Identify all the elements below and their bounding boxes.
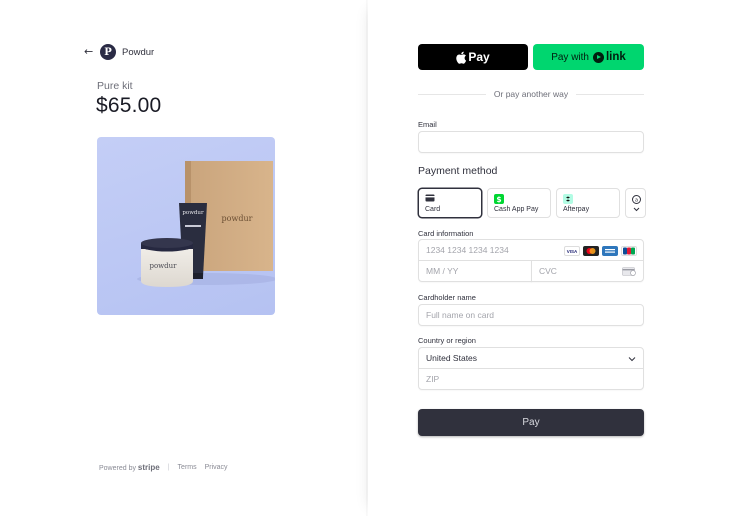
tab-afterpay[interactable]: Afterpay	[556, 188, 620, 218]
svg-text:a: a	[635, 198, 638, 204]
link-arrow-icon	[592, 51, 604, 63]
order-summary-panel: ← P Powdur Pure kit $65.00 powdur powdur…	[0, 0, 368, 516]
tab-afterpay-label: Afterpay	[563, 206, 590, 213]
link-brand: link	[605, 51, 626, 63]
footer: Powered by stripe | Terms Privacy	[99, 463, 228, 472]
card-number-placeholder: 1234 1234 1234 1234	[426, 245, 509, 255]
link-pay-prefix: Pay with	[551, 51, 589, 63]
cardholder-placeholder: Full name on card	[426, 310, 495, 320]
afterpay-icon	[563, 194, 573, 204]
or-divider-text: Or pay another way	[493, 89, 569, 99]
wallet-buttons: Pay Pay with link	[418, 44, 644, 70]
payment-method-title: Payment method	[418, 165, 498, 177]
privacy-link[interactable]: Privacy	[205, 464, 228, 471]
card-expiry-input[interactable]: MM / YY	[418, 260, 532, 282]
back-link[interactable]: ← P Powdur	[84, 44, 154, 60]
email-label: Email	[418, 120, 437, 129]
payment-method-tabs: Card $ Cash App Pay Afterpay a	[418, 188, 646, 218]
cardholder-name-input[interactable]: Full name on card	[418, 304, 644, 326]
card-cvc-placeholder: CVC	[539, 266, 557, 276]
country-label: Country or region	[418, 336, 476, 345]
country-selected-value: United States	[426, 353, 478, 363]
arrow-left-icon: ←	[84, 45, 94, 58]
link-logo: link	[592, 51, 626, 63]
box-label: powdur	[222, 214, 253, 223]
tab-card-label: Card	[425, 206, 441, 213]
divider-line-right	[576, 93, 644, 95]
merchant-name: Powdur	[122, 46, 155, 58]
zip-placeholder: ZIP	[426, 374, 440, 384]
merchant-logo: P	[100, 44, 116, 60]
country-select[interactable]: United States	[418, 347, 644, 369]
product-image: powdur powdur powdur	[97, 137, 275, 315]
svg-text:$: $	[496, 195, 501, 204]
email-input[interactable]	[418, 131, 644, 153]
amex-icon	[602, 246, 618, 256]
jar-label: powdur	[149, 262, 177, 270]
mastercard-icon	[583, 246, 599, 256]
more-methods-icon: a	[632, 195, 641, 212]
tube-label: powdur	[182, 210, 204, 216]
product-name: Pure kit	[97, 80, 133, 92]
tab-card[interactable]: Card	[418, 188, 482, 218]
cash-app-icon: $	[494, 194, 504, 204]
more-methods-dropdown[interactable]: a	[625, 188, 646, 218]
card-number-input[interactable]: 1234 1234 1234 1234 VISA	[418, 239, 644, 261]
footer-separator: |	[167, 464, 170, 471]
apple-pay-button[interactable]: Pay	[418, 44, 528, 70]
apple-pay-label: Pay	[468, 50, 490, 64]
powered-by-text: Powered by stripe	[99, 463, 160, 472]
card-cvc-input[interactable]: CVC	[531, 260, 644, 282]
tab-cash-app-label: Cash App Pay	[494, 206, 539, 213]
zip-input[interactable]: ZIP	[418, 368, 644, 390]
cvc-card-icon	[622, 267, 636, 276]
product-illustration: powdur powdur powdur	[137, 161, 275, 287]
apple-icon	[456, 51, 467, 64]
terms-link[interactable]: Terms	[178, 464, 197, 471]
card-icon	[425, 194, 435, 202]
or-divider: Or pay another way	[418, 89, 644, 99]
jcb-icon	[621, 246, 637, 256]
product-price: $65.00	[96, 94, 162, 117]
tab-cash-app-pay[interactable]: $ Cash App Pay	[487, 188, 551, 218]
link-pay-button[interactable]: Pay with link	[533, 44, 644, 70]
pay-button[interactable]: Pay	[418, 409, 644, 436]
stripe-logo[interactable]: stripe	[138, 463, 160, 472]
card-expiry-placeholder: MM / YY	[426, 266, 459, 276]
divider-line-left	[418, 93, 486, 95]
card-brand-logos: VISA	[564, 246, 637, 256]
powered-by-label: Powered by	[99, 465, 136, 472]
cardholder-label: Cardholder name	[418, 293, 476, 302]
visa-icon: VISA	[564, 246, 580, 256]
card-info-label: Card information	[418, 229, 474, 238]
chevron-down-icon	[628, 357, 636, 362]
